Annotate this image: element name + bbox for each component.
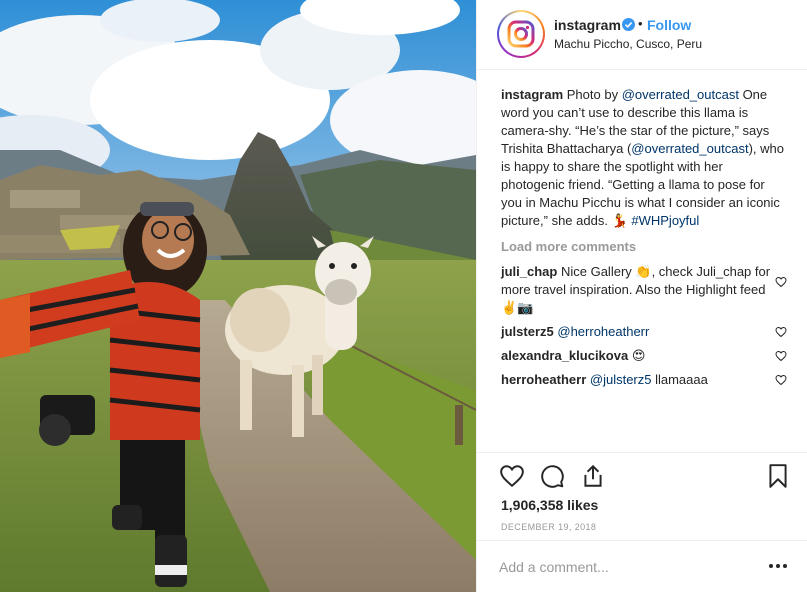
- comment-username[interactable]: alexandra_klucikova: [501, 348, 628, 363]
- comment-like-heart-icon[interactable]: [775, 374, 787, 386]
- comment-item: juli_chap Nice Gallery 👏, check Juli_cha…: [501, 263, 787, 317]
- add-comment-input[interactable]: [499, 556, 749, 578]
- post-date: December 19, 2018: [501, 522, 597, 532]
- location-link[interactable]: Machu Piccho, Cusco, Peru: [554, 37, 702, 51]
- comment-username[interactable]: julsterz5: [501, 324, 554, 339]
- photo-llama-machu-picchu: [0, 0, 476, 592]
- caption-text: Photo by: [563, 87, 622, 102]
- comment-text: llamaaaa: [651, 372, 708, 387]
- likes-count[interactable]: 1,906,358 likes: [501, 497, 598, 513]
- caption-mention[interactable]: @overrated_outcast: [622, 87, 739, 102]
- post-username[interactable]: instagram: [554, 17, 621, 33]
- comment-mention[interactable]: @julsterz5: [590, 372, 652, 387]
- caption-username[interactable]: instagram: [501, 87, 563, 102]
- comment-item: julsterz5 @herroheatherr: [501, 323, 787, 341]
- post-photo[interactable]: [0, 0, 476, 592]
- caption-mention[interactable]: @overrated_outcast: [631, 141, 748, 156]
- caption-hashtag[interactable]: #WHPjoyful: [631, 213, 699, 228]
- heart-icon[interactable]: [499, 463, 525, 489]
- comment-username[interactable]: herroheatherr: [501, 372, 586, 387]
- caption: instagram Photo by @overrated_outcast On…: [501, 86, 786, 230]
- comment-like-heart-icon[interactable]: [775, 326, 787, 338]
- post-details-panel: instagram • Follow Machu Piccho, Cusco, …: [476, 0, 807, 592]
- comments-section: instagram Photo by @overrated_outcast On…: [477, 70, 807, 452]
- comment-username[interactable]: juli_chap: [501, 264, 557, 279]
- comment-emoji: 😍: [631, 348, 646, 363]
- load-more-comments-button[interactable]: Load more comments: [501, 239, 792, 254]
- avatar[interactable]: [497, 10, 545, 58]
- separator-dot: •: [638, 16, 643, 31]
- comment-like-heart-icon[interactable]: [775, 350, 787, 362]
- comment-icon[interactable]: [539, 463, 565, 489]
- post-actions: 1,906,358 likes December 19, 2018: [477, 452, 807, 540]
- instagram-logo-icon: [502, 15, 540, 53]
- add-comment-bar: [477, 540, 807, 592]
- comment-emoji: ✌️📷: [501, 300, 534, 315]
- comment-item: alexandra_klucikova 😍: [501, 347, 787, 365]
- caption-emoji: 💃: [611, 213, 628, 228]
- verified-badge-icon: [622, 18, 635, 31]
- follow-button[interactable]: Follow: [647, 17, 691, 33]
- share-icon[interactable]: [580, 463, 606, 489]
- more-options-icon[interactable]: [768, 557, 788, 575]
- comment-mention[interactable]: @herroheatherr: [557, 324, 649, 339]
- comment-like-heart-icon[interactable]: [775, 276, 787, 288]
- post-header: instagram • Follow Machu Piccho, Cusco, …: [477, 0, 807, 70]
- comment-item: herroheatherr @julsterz5 llamaaaa: [501, 371, 787, 389]
- bookmark-icon[interactable]: [765, 463, 791, 489]
